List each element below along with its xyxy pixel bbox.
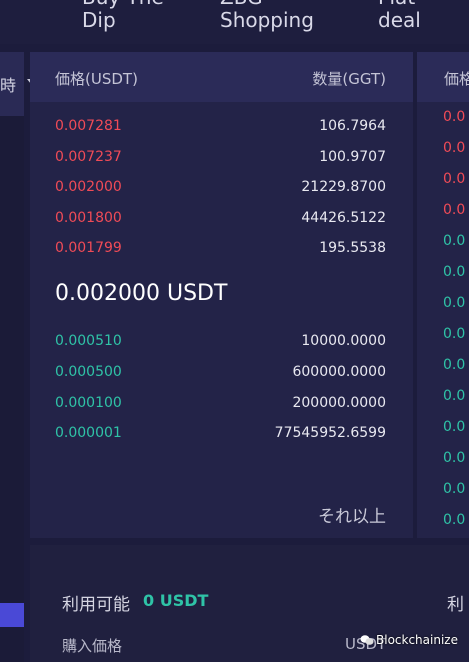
available-balance-label: 利用可能 [62, 595, 130, 615]
ask-price: 0.007281 [55, 118, 122, 134]
bid-price: 0.000500 [55, 364, 122, 380]
chat-bubble-icon [360, 635, 374, 645]
ask-price: 0.002000 [55, 179, 122, 195]
ask-quantity: 106.7964 [319, 118, 386, 134]
bid-quantity: 10000.0000 [301, 333, 386, 349]
secondary-bid-price[interactable]: 0.0 [443, 326, 465, 342]
secondary-bid-price[interactable]: 0.0 [443, 419, 465, 435]
ask-row[interactable]: 0.001800 44426.5122 [30, 210, 413, 230]
bid-price: 0.000100 [55, 395, 122, 411]
ask-price: 0.001800 [55, 210, 122, 226]
top-nav: Buy The Dip ZBG Shopping Flat deal [0, 0, 469, 44]
bid-quantity: 200000.0000 [292, 395, 386, 411]
bid-row[interactable]: 0.000510 10000.0000 [30, 333, 413, 353]
secondary-ask-price[interactable]: 0.0 [443, 202, 465, 218]
left-strip: 時 [0, 52, 24, 662]
bid-price: 0.000001 [55, 425, 122, 441]
ask-quantity: 100.9707 [319, 149, 386, 165]
bid-quantity: 77545952.6599 [274, 425, 386, 441]
ask-quantity: 21229.8700 [301, 179, 386, 195]
ask-row[interactable]: 0.001799 195.5538 [30, 240, 413, 260]
bid-row[interactable]: 0.000001 77545952.6599 [30, 425, 413, 445]
bid-quantity: 600000.0000 [292, 364, 386, 380]
order-book-header: 価格(USDT) 数量(GGT) [30, 52, 413, 102]
nav-item-line1: ZBG [220, 0, 263, 8]
quantity-column-header: 数量(GGT) [312, 70, 386, 88]
available-balance-label-secondary: 利 [447, 595, 464, 615]
ask-row[interactable]: 0.002000 21229.8700 [30, 179, 413, 199]
price-column-header: 価格(USDT) [55, 70, 138, 88]
nav-item-line2: Shopping [220, 8, 314, 32]
secondary-bid-price[interactable]: 0.0 [443, 233, 465, 249]
ask-price: 0.001799 [55, 240, 122, 256]
nav-item-line1: Buy The [82, 0, 164, 8]
bid-row[interactable]: 0.000100 200000.0000 [30, 395, 413, 415]
last-price: 0.002000 USDT [55, 281, 228, 306]
secondary-bid-price[interactable]: 0.0 [443, 512, 465, 528]
side-accent-button[interactable] [0, 603, 24, 627]
secondary-ask-price[interactable]: 0.0 [443, 171, 465, 187]
secondary-bid-price[interactable]: 0.0 [443, 388, 465, 404]
secondary-bid-price[interactable]: 0.0 [443, 357, 465, 373]
secondary-bid-price[interactable]: 0.0 [443, 481, 465, 497]
order-book-panel: 価格(USDT) 数量(GGT) 0.007281 106.7964 0.007… [30, 52, 413, 538]
available-balance-value: 0 USDT [143, 591, 209, 610]
bid-row[interactable]: 0.000500 600000.0000 [30, 364, 413, 384]
nav-item-line2: deal [378, 8, 421, 32]
interval-selector[interactable]: 時 [0, 52, 24, 116]
ask-quantity: 44426.5122 [301, 210, 386, 226]
secondary-price-column-header: 価格 [444, 70, 469, 88]
secondary-ask-price[interactable]: 0.0 [443, 140, 465, 156]
nav-item-line1: Flat [378, 0, 415, 8]
buy-price-label: 購入価格 [62, 637, 123, 655]
nav-item-line2: Dip [82, 8, 116, 32]
ask-row[interactable]: 0.007281 106.7964 [30, 118, 413, 138]
watermark: Blockchainize [360, 633, 458, 647]
ask-price: 0.007237 [55, 149, 122, 165]
ask-quantity: 195.5538 [319, 240, 386, 256]
secondary-bid-price[interactable]: 0.0 [443, 264, 465, 280]
secondary-ask-price[interactable]: 0.0 [443, 109, 465, 125]
secondary-order-book-header: 価格 [417, 52, 469, 102]
bid-price: 0.000510 [55, 333, 122, 349]
interval-selector-label: 時 [0, 76, 17, 95]
watermark-text: Blockchainize [376, 633, 458, 647]
secondary-bid-price[interactable]: 0.0 [443, 295, 465, 311]
ask-row[interactable]: 0.007237 100.9707 [30, 149, 413, 169]
secondary-order-book-panel: 価格 0.0 0.0 0.0 0.0 0.0 0.0 0.0 0.0 0.0 0… [417, 52, 469, 538]
more-link[interactable]: それ以上 [318, 502, 386, 527]
secondary-bid-price[interactable]: 0.0 [443, 450, 465, 466]
